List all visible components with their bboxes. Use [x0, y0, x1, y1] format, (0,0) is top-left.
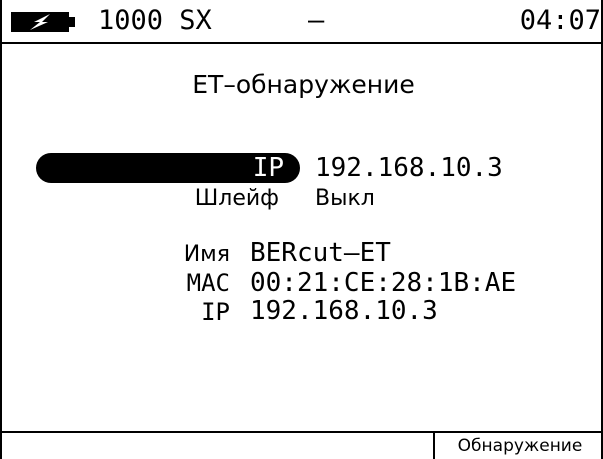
page-title: ET–обнаружение: [192, 70, 415, 99]
ip-label: IP: [201, 298, 230, 326]
device-model: 1000 SX: [98, 5, 212, 36]
ip-value: 192.168.10.3: [250, 296, 438, 326]
mac-value: 00:21:CE:28:1B:AE: [250, 268, 517, 298]
loop-value[interactable]: Выкл: [315, 184, 375, 214]
device-screen: 1000 SX – 04:07 ET–обнаружение IP 192.16…: [0, 0, 603, 459]
mode-indicator: –: [308, 5, 325, 36]
mac-label: MAC: [186, 269, 230, 297]
loop-label: Шлейф: [194, 186, 279, 211]
name-label: Имя: [183, 242, 230, 267]
name-value: BERcut–ET: [250, 238, 391, 268]
softkey-bar: Обнаружение: [2, 431, 603, 459]
clock: 04:07: [519, 5, 601, 36]
status-bar: 1000 SX – 04:07: [2, 0, 603, 44]
target-ip-label: IP: [252, 153, 284, 183]
battery-charging-icon: [11, 12, 75, 32]
target-ip-row-selected[interactable]: IP: [36, 153, 300, 183]
discovery-softkey[interactable]: Обнаружение: [433, 433, 603, 459]
target-ip-value[interactable]: 192.168.10.3: [315, 153, 503, 183]
